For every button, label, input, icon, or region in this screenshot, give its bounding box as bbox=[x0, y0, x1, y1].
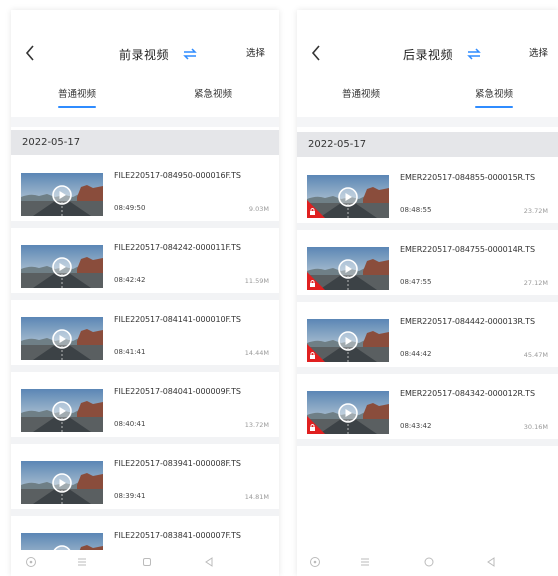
video-list-item[interactable]: FILE220517-083941-000008F.TS 08:39:41 14.8… bbox=[11, 444, 279, 516]
file-name: FILE220517-084950-000016F.TS bbox=[114, 171, 241, 180]
video-thumbnail[interactable] bbox=[21, 461, 103, 504]
video-list: EMER220517-084855-000015R.TS 08:48:55 23.7… bbox=[297, 158, 558, 446]
video-list-item[interactable]: EMER220517-084442-000013R.TS 08:44:42 45.4… bbox=[297, 302, 558, 374]
file-name: FILE220517-083941-000008F.TS bbox=[114, 459, 241, 468]
video-thumbnail-image bbox=[307, 247, 389, 290]
swap-icon[interactable] bbox=[181, 47, 199, 61]
file-time: 08:39:41 bbox=[114, 492, 146, 500]
video-list: FILE220517-084950-000016F.TS 08:49:50 9.03… bbox=[11, 156, 279, 576]
chevron-left-icon[interactable] bbox=[307, 42, 327, 64]
date-header: 2022-05-17 bbox=[11, 130, 279, 155]
date-header: 2022-05-17 bbox=[297, 132, 558, 157]
lock-icon bbox=[310, 427, 315, 431]
menu-icon[interactable] bbox=[359, 556, 371, 568]
file-size: 45.47M bbox=[523, 351, 548, 359]
video-thumbnail[interactable] bbox=[307, 391, 389, 434]
video-list-item[interactable]: EMER220517-084342-000012R.TS 08:43:42 30.1… bbox=[297, 374, 558, 446]
tab-emergency-video[interactable]: 紧急视频 bbox=[194, 86, 232, 100]
tab-normal-video[interactable]: 普通视频 bbox=[342, 86, 380, 100]
screen: 前录视频 选择 普通视频 紧急视频 2022-05-17 FILE220517-… bbox=[0, 0, 558, 576]
video-thumbnail[interactable] bbox=[21, 245, 103, 288]
video-list-item[interactable]: FILE220517-084242-000011F.TS 08:42:42 11.5… bbox=[11, 228, 279, 300]
system-nav-bar bbox=[297, 550, 558, 576]
file-time: 08:49:50 bbox=[114, 204, 146, 212]
file-name: FILE220517-084242-000011F.TS bbox=[114, 243, 241, 252]
video-thumbnail[interactable] bbox=[307, 247, 389, 290]
file-size: 9.03M bbox=[248, 205, 269, 213]
video-thumbnail-image bbox=[21, 245, 103, 288]
video-thumbnail-image bbox=[21, 461, 103, 504]
header: 后录视频 选择 bbox=[297, 40, 558, 70]
file-time: 08:43:42 bbox=[400, 422, 432, 430]
title-group: 后录视频 bbox=[403, 42, 483, 66]
tab-bar: 普通视频 紧急视频 bbox=[11, 80, 279, 120]
back-triangle-icon[interactable] bbox=[203, 556, 215, 568]
file-name: FILE220517-084141-000010F.TS bbox=[114, 315, 241, 324]
title-group: 前录视频 bbox=[119, 42, 199, 66]
video-thumbnail-image bbox=[21, 317, 103, 360]
select-button[interactable]: 选择 bbox=[246, 45, 265, 59]
video-thumbnail-image bbox=[307, 175, 389, 218]
file-time: 08:42:42 bbox=[114, 276, 146, 284]
file-size: 13.72M bbox=[244, 421, 269, 429]
file-time: 08:41:41 bbox=[114, 348, 146, 356]
video-list-item[interactable]: FILE220517-084141-000010F.TS 08:41:41 14.4… bbox=[11, 300, 279, 372]
select-button[interactable]: 选择 bbox=[529, 45, 548, 59]
file-name: FILE220517-083841-000007F.TS bbox=[114, 531, 241, 540]
file-time: 08:47:55 bbox=[400, 278, 432, 286]
video-thumbnail-image bbox=[307, 391, 389, 434]
video-thumbnail-image bbox=[307, 319, 389, 362]
system-nav-bar bbox=[11, 550, 279, 576]
file-size: 27.12M bbox=[523, 279, 548, 287]
video-list-item[interactable]: EMER220517-084755-000014R.TS 08:47:55 27.1… bbox=[297, 230, 558, 302]
home-square-icon[interactable] bbox=[141, 556, 153, 568]
video-list-item[interactable]: FILE220517-084041-000009F.TS 08:40:41 13.7… bbox=[11, 372, 279, 444]
file-name: EMER220517-084855-000015R.TS bbox=[400, 173, 535, 182]
file-size: 14.44M bbox=[244, 349, 269, 357]
file-name: EMER220517-084755-000014R.TS bbox=[400, 245, 535, 254]
page-title: 后录视频 bbox=[403, 47, 454, 62]
video-thumbnail[interactable] bbox=[21, 173, 103, 216]
file-size: 14.81M bbox=[244, 493, 269, 501]
file-name: EMER220517-084442-000013R.TS bbox=[400, 317, 535, 326]
video-thumbnail[interactable] bbox=[21, 389, 103, 432]
video-list-item[interactable]: EMER220517-084855-000015R.TS 08:48:55 23.7… bbox=[297, 158, 558, 230]
video-thumbnail[interactable] bbox=[307, 175, 389, 218]
file-size: 30.16M bbox=[523, 423, 548, 431]
file-time: 08:48:55 bbox=[400, 206, 432, 214]
video-thumbnail-image bbox=[21, 389, 103, 432]
file-size: 23.72M bbox=[523, 207, 548, 215]
file-time: 08:44:42 bbox=[400, 350, 432, 358]
file-time: 08:40:41 bbox=[114, 420, 146, 428]
menu-icon[interactable] bbox=[76, 556, 88, 568]
divider bbox=[11, 117, 279, 127]
divider bbox=[297, 117, 558, 127]
circle-dot-icon[interactable] bbox=[25, 556, 37, 568]
lock-icon bbox=[310, 283, 315, 287]
video-thumbnail[interactable] bbox=[21, 317, 103, 360]
home-circle-icon[interactable] bbox=[423, 556, 435, 568]
tab-emergency-video[interactable]: 紧急视频 bbox=[475, 86, 514, 108]
video-list-item[interactable]: FILE220517-084950-000016F.TS 08:49:50 9.03… bbox=[11, 156, 279, 228]
page-title: 前录视频 bbox=[119, 47, 170, 62]
back-triangle-icon[interactable] bbox=[485, 556, 497, 568]
tab-bar: 普通视频 紧急视频 bbox=[297, 80, 558, 120]
rear-recording-panel: 后录视频 选择 普通视频 紧急视频 2022-05-17 EMER220517-… bbox=[297, 10, 558, 576]
front-recording-panel: 前录视频 选择 普通视频 紧急视频 2022-05-17 FILE220517-… bbox=[11, 10, 279, 576]
chevron-left-icon[interactable] bbox=[21, 42, 41, 64]
video-thumbnail[interactable] bbox=[307, 319, 389, 362]
file-name: EMER220517-084342-000012R.TS bbox=[400, 389, 535, 398]
file-name: FILE220517-084041-000009F.TS bbox=[114, 387, 241, 396]
header: 前录视频 选择 bbox=[11, 40, 279, 70]
circle-dot-icon[interactable] bbox=[309, 556, 321, 568]
tab-normal-video[interactable]: 普通视频 bbox=[58, 86, 97, 108]
video-thumbnail-image bbox=[21, 173, 103, 216]
swap-icon[interactable] bbox=[465, 47, 483, 61]
file-size: 11.59M bbox=[244, 277, 269, 285]
lock-icon bbox=[310, 355, 315, 359]
lock-icon bbox=[310, 211, 315, 215]
